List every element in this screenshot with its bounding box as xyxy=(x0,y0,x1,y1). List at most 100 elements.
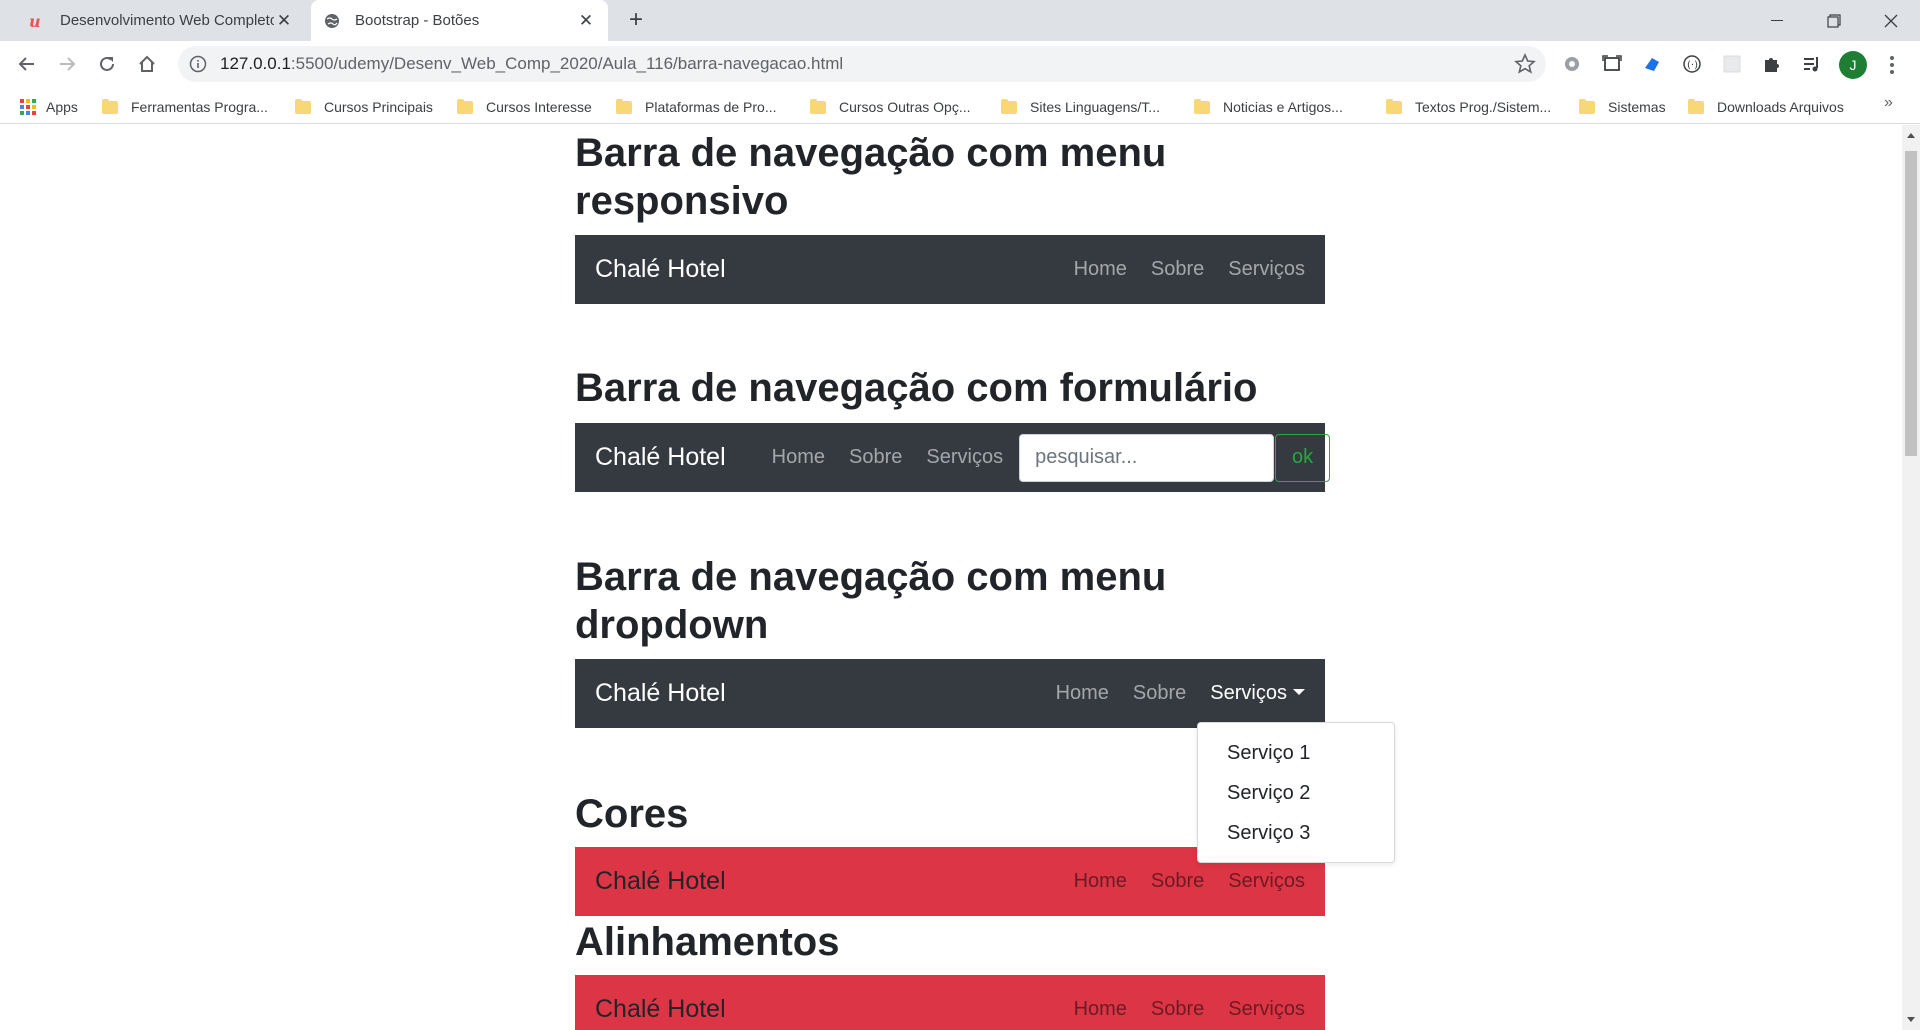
section-title-responsive: Barra de navegação com menu responsivo xyxy=(575,131,1167,223)
folder-icon xyxy=(1001,98,1017,114)
bookmark-folder[interactable]: Cursos Outras Opç... xyxy=(810,96,970,118)
nav-link-home[interactable]: Home xyxy=(1074,998,1127,1021)
bookmark-star-icon[interactable] xyxy=(1514,53,1536,75)
scrollbar-thumb[interactable] xyxy=(1905,151,1917,456)
nav-link-sobre[interactable]: Sobre xyxy=(1151,870,1204,893)
close-icon[interactable]: ✕ xyxy=(274,11,294,31)
menu-kebab-icon[interactable] xyxy=(1882,51,1902,79)
section-title-dropdown: Barra de navegação com menu dropdown xyxy=(575,555,1167,647)
tab-strip: u Desenvolvimento Web Completo ✕ Bootstr… xyxy=(0,0,1920,41)
tab-bootstrap[interactable]: Bootstrap - Botões ✕ xyxy=(311,0,608,41)
bookmark-label: Sistemas xyxy=(1608,99,1666,115)
folder-icon xyxy=(1688,98,1704,114)
dropdown-item-servico-3[interactable]: Serviço 3 xyxy=(1198,813,1394,853)
url-host: 127.0.0.1 xyxy=(220,54,291,73)
profile-avatar[interactable]: J xyxy=(1839,51,1867,79)
nav-links: Home Sobre Serviços xyxy=(1056,682,1305,705)
bookmark-folder[interactable]: Sites Linguagens/T... xyxy=(1001,96,1160,118)
forward-icon[interactable] xyxy=(50,47,84,81)
bookmark-label: Cursos Outras Opç... xyxy=(839,99,971,115)
bookmark-folder[interactable]: Sistemas xyxy=(1579,96,1666,118)
nav-links: Home Sobre Serviços xyxy=(1074,870,1305,893)
dropdown-menu: Serviço 1 Serviço 2 Serviço 3 xyxy=(1197,722,1395,863)
home-icon[interactable] xyxy=(130,47,164,81)
udemy-icon: u xyxy=(28,12,46,30)
back-icon[interactable] xyxy=(10,47,44,81)
nav-link-sobre[interactable]: Sobre xyxy=(1151,258,1204,281)
bookmark-folder[interactable]: Downloads Arquivos xyxy=(1688,96,1844,118)
nav-link-home[interactable]: Home xyxy=(772,446,825,469)
address-bar[interactable]: 127.0.0.1:5500/udemy/Desenv_Web_Comp_202… xyxy=(178,46,1546,82)
media-queue-icon[interactable] xyxy=(1799,51,1825,77)
dropdown-item-servico-2[interactable]: Serviço 2 xyxy=(1198,773,1394,813)
nav-link-servicos[interactable]: Serviços xyxy=(926,446,1003,469)
scroll-up-icon[interactable] xyxy=(1907,133,1915,138)
nav-links: Home Sobre Serviços xyxy=(1074,998,1305,1021)
extension-circle-icon[interactable]: (·) xyxy=(1679,51,1705,77)
nav-link-home[interactable]: Home xyxy=(1074,258,1127,281)
nav-link-sobre[interactable]: Sobre xyxy=(1133,682,1186,705)
bookmark-label: Cursos Interesse xyxy=(486,99,592,115)
folder-icon xyxy=(1194,98,1210,114)
navbar-form: Chalé Hotel Home Sobre Serviços ok xyxy=(575,423,1331,492)
nav-link-servicos[interactable]: Serviços xyxy=(1228,998,1305,1021)
folder-icon xyxy=(102,98,118,114)
close-window-icon[interactable] xyxy=(1862,0,1920,41)
url-text: 127.0.0.1:5500/udemy/Desenv_Web_Comp_202… xyxy=(220,54,843,74)
folder-icon xyxy=(810,98,826,114)
navbar-brand[interactable]: Chalé Hotel xyxy=(595,679,726,708)
bookmark-label: Apps xyxy=(46,99,78,115)
nav-link-sobre[interactable]: Sobre xyxy=(1151,998,1204,1021)
navbar-brand[interactable]: Chalé Hotel xyxy=(595,867,726,896)
extensions-puzzle-icon[interactable] xyxy=(1759,51,1785,77)
bookmark-folder[interactable]: Plataformas de Pro... xyxy=(616,96,777,118)
folder-icon xyxy=(1386,98,1402,114)
dropdown-item-servico-1[interactable]: Serviço 1 xyxy=(1198,733,1394,773)
section-title-form: Barra de navegação com formulário xyxy=(575,366,1258,410)
search-ok-button[interactable]: ok xyxy=(1275,433,1331,482)
nav-link-servicos[interactable]: Serviços xyxy=(1228,870,1305,893)
bookmarks-bar: Apps Ferramentas Progra... Cursos Princi… xyxy=(0,88,1920,124)
bookmark-folder[interactable]: Textos Prog./Sistem... xyxy=(1386,96,1551,118)
extension-square-icon[interactable] xyxy=(1719,51,1745,77)
navbar-brand[interactable]: Chalé Hotel xyxy=(595,255,726,284)
navbar-brand[interactable]: Chalé Hotel xyxy=(595,443,726,472)
bookmarks-overflow-icon[interactable]: » xyxy=(1884,94,1893,112)
folder-icon xyxy=(616,98,632,114)
scroll-down-icon[interactable] xyxy=(1907,1017,1915,1022)
bookmark-folder[interactable]: Cursos Interesse xyxy=(457,96,592,118)
folder-icon xyxy=(1579,98,1595,114)
nav-link-sobre[interactable]: Sobre xyxy=(849,446,902,469)
bookmark-folder[interactable]: Noticias e Artigos... xyxy=(1194,96,1343,118)
screenshot-icon[interactable] xyxy=(1599,51,1625,77)
nav-link-home[interactable]: Home xyxy=(1074,870,1127,893)
new-tab-icon[interactable]: + xyxy=(622,6,650,34)
nav-links: Home Sobre Serviços xyxy=(1074,258,1305,281)
nav-link-servicos[interactable]: Serviços xyxy=(1228,258,1305,281)
extension-blue-icon[interactable] xyxy=(1639,51,1665,77)
bookmark-apps[interactable]: Apps xyxy=(20,96,78,118)
navbar-brand[interactable]: Chalé Hotel xyxy=(595,995,726,1024)
navbar-responsive: Chalé Hotel Home Sobre Serviços xyxy=(575,235,1325,304)
globe-icon xyxy=(323,12,341,30)
bookmark-folder[interactable]: Cursos Principais xyxy=(295,96,433,118)
info-icon[interactable] xyxy=(188,54,208,74)
section-title-alinhamentos: Alinhamentos xyxy=(575,920,840,964)
tab-title: Bootstrap - Botões xyxy=(355,12,480,29)
bookmark-label: Plataformas de Pro... xyxy=(645,99,777,115)
bookmark-label: Textos Prog./Sistem... xyxy=(1415,99,1552,115)
tab-udemy[interactable]: u Desenvolvimento Web Completo ✕ xyxy=(16,0,306,41)
reload-icon[interactable] xyxy=(90,47,124,81)
page-scrollbar[interactable] xyxy=(1902,125,1920,1030)
url-path: :5500/udemy/Desenv_Web_Comp_2020/Aula_11… xyxy=(290,54,844,73)
nav-dropdown-servicos[interactable]: Serviços xyxy=(1210,682,1305,705)
navbar-alignment: Chalé Hotel Home Sobre Serviços xyxy=(575,975,1325,1030)
bookmark-folder[interactable]: Ferramentas Progra... xyxy=(102,96,268,118)
minimize-icon[interactable] xyxy=(1748,0,1806,41)
close-icon[interactable]: ✕ xyxy=(576,11,596,31)
nav-link-home[interactable]: Home xyxy=(1056,682,1109,705)
restore-icon[interactable] xyxy=(1805,0,1863,41)
extension-gear-icon[interactable] xyxy=(1559,51,1585,77)
bookmark-label: Noticias e Artigos... xyxy=(1223,99,1343,115)
search-input[interactable] xyxy=(1019,433,1275,482)
